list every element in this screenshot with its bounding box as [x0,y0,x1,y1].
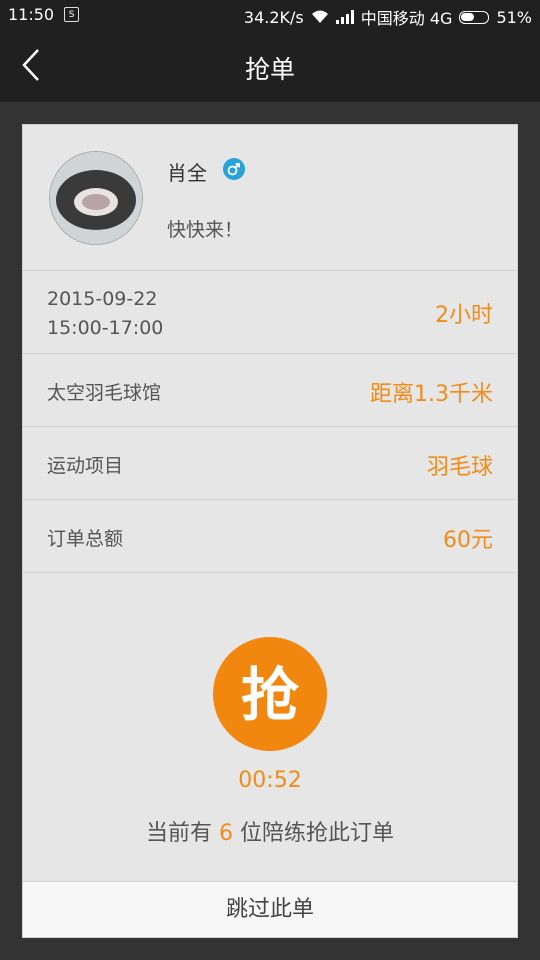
notice-prefix: 当前有 [146,821,219,846]
grab-button-char: 抢 [241,661,300,729]
network-speed: 34.2K/s [243,7,304,27]
competitor-count: 6 [219,821,233,846]
total-value: 60元 [443,528,493,553]
sport-label: 运动项目 [47,455,124,477]
total-label: 订单总额 [47,528,124,550]
wifi-icon [311,10,328,23]
order-duration: 2小时 [435,303,493,328]
status-bar: 11:50 S 34.2K/s 中国移动 4G 51% [0,0,540,30]
order-time-range: 15:00-17:00 [47,317,164,339]
battery-icon [459,10,490,24]
order-datetime: 2015-09-22 15:00-17:00 [47,285,163,343]
battery-fill [461,12,474,21]
status-left: 11:50 S [8,5,80,24]
male-icon [223,158,245,180]
order-card: 肖全 快快来！ 2015-09-22 15:00-17:00 2小时 太空羽毛球… [22,124,518,938]
page-title: 抢单 [244,55,295,84]
venue-name: 太空羽毛球馆 [47,382,162,404]
carrier-label: 中国移动 4G [360,9,453,28]
competitor-notice: 当前有 6 位陪练抢此订单 [23,815,517,847]
profile-section: 肖全 快快来！ [23,125,517,271]
battery-percent: 51% [496,7,532,27]
user-name: 肖全 [167,161,207,185]
skip-order-button[interactable]: 跳过此单 [23,881,517,937]
row-sport: 运动项目 羽毛球 [23,427,517,500]
grab-order-button[interactable]: 抢 [213,637,327,751]
title-bar: 抢单 [0,30,540,102]
venue-distance: 距离1.3千米 [370,382,493,407]
countdown-timer: 00:52 [238,768,302,793]
sim-icon: S [64,7,80,22]
row-total: 订单总额 60元 [23,500,517,573]
order-date: 2015-09-22 [47,288,158,310]
avatar-photo [50,152,142,244]
status-right: 34.2K/s 中国移动 4G 51% [244,5,532,29]
user-bio: 快快来！ [167,219,244,241]
grab-button-glyph: 抢 [241,661,300,729]
notice-suffix: 位陪练抢此订单 [233,821,394,846]
sport-value: 羽毛球 [426,455,493,480]
row-venue: 太空羽毛球馆 距离1.3千米 [23,354,517,427]
avatar[interactable] [49,151,143,245]
status-time: 11:50 [8,5,55,24]
signal-icon [335,10,354,24]
row-time: 2015-09-22 15:00-17:00 2小时 [23,270,517,354]
